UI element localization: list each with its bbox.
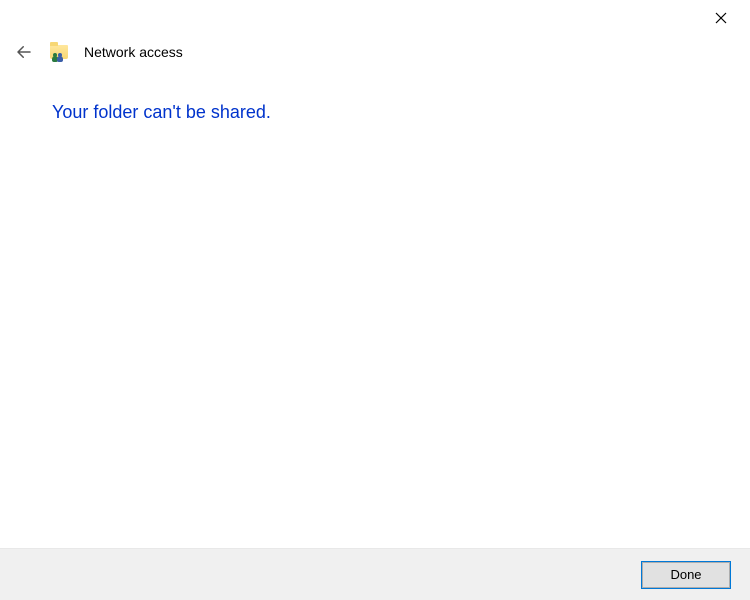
error-message: Your folder can't be shared. bbox=[52, 102, 698, 123]
done-button[interactable]: Done bbox=[642, 562, 730, 588]
close-icon bbox=[715, 12, 727, 24]
network-share-folder-icon bbox=[50, 43, 70, 61]
titlebar bbox=[0, 0, 750, 32]
dialog-footer: Done bbox=[0, 548, 750, 600]
back-arrow-icon bbox=[15, 43, 33, 61]
back-button[interactable] bbox=[12, 40, 36, 64]
dialog-header: Network access bbox=[0, 32, 750, 72]
close-button[interactable] bbox=[706, 6, 736, 30]
dialog-title: Network access bbox=[84, 44, 183, 60]
dialog-content: Your folder can't be shared. bbox=[0, 72, 750, 153]
